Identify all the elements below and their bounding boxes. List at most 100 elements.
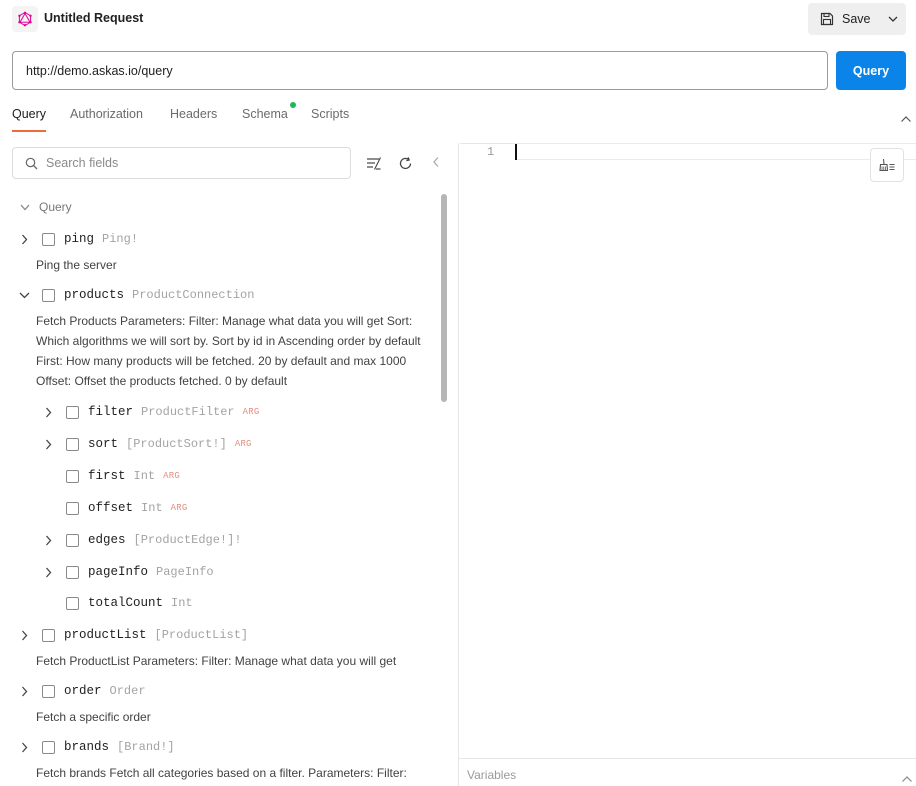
- field-row-products[interactable]: products ProductConnection: [18, 284, 254, 306]
- broom-icon: [879, 158, 895, 172]
- variables-label: Variables: [467, 768, 517, 782]
- tab-query[interactable]: Query: [12, 107, 47, 132]
- save-button[interactable]: Save: [808, 3, 880, 35]
- section-query-label: Query: [39, 200, 72, 214]
- chevron-right-icon[interactable]: [42, 438, 54, 450]
- field-checkbox[interactable]: [42, 740, 55, 754]
- schema-explorer-tree: Query ping Ping! Ping the server product…: [0, 190, 448, 786]
- save-options-chevron-down-icon[interactable]: [880, 3, 906, 35]
- field-type: [ProductSort!]: [126, 437, 227, 451]
- field-description: Fetch a specific order: [36, 710, 151, 724]
- field-type: PageInfo: [156, 565, 214, 579]
- field-checkbox[interactable]: [42, 628, 55, 642]
- chevron-right-icon[interactable]: [18, 233, 30, 245]
- tab-schema[interactable]: Schema: [242, 107, 288, 132]
- arg-row-filter[interactable]: filter ProductFilter ARG: [42, 401, 259, 423]
- line-number: 1: [487, 145, 495, 159]
- field-type: [Brand!]: [117, 740, 175, 754]
- field-name: products: [64, 288, 125, 302]
- field-checkbox[interactable]: [42, 684, 55, 698]
- arg-row-first[interactable]: first Int ARG: [42, 465, 180, 487]
- graphql-logo-icon: [12, 6, 38, 32]
- refresh-schema-icon[interactable]: [396, 154, 414, 172]
- field-row-edges[interactable]: edges [ProductEdge!]!: [42, 529, 242, 551]
- field-name: sort: [88, 437, 119, 451]
- search-icon: [25, 157, 38, 169]
- variables-panel-header[interactable]: Variables: [459, 758, 916, 786]
- field-row-productlist[interactable]: productList [ProductList]: [18, 624, 248, 646]
- field-name: totalCount: [88, 596, 164, 610]
- chevron-right-icon[interactable]: [18, 629, 30, 641]
- search-fields-input[interactable]: [46, 156, 326, 170]
- tab-scripts[interactable]: Scripts: [311, 107, 349, 132]
- arg-row-sort[interactable]: sort [ProductSort!] ARG: [42, 433, 252, 455]
- tab-headers[interactable]: Headers: [170, 107, 217, 132]
- field-name: ping: [64, 232, 95, 246]
- arg-badge: ARG: [170, 503, 188, 513]
- field-checkbox[interactable]: [66, 596, 79, 610]
- field-checkbox[interactable]: [66, 565, 79, 579]
- arg-badge: ARG: [163, 471, 180, 481]
- field-type: [ProductEdge!]!: [133, 533, 242, 547]
- auto-generate-icon[interactable]: [364, 154, 382, 172]
- field-type: [ProductList]: [154, 628, 249, 642]
- field-type: Int: [133, 469, 156, 483]
- field-row-totalcount[interactable]: totalCount Int: [42, 592, 193, 614]
- field-name: brands: [64, 740, 110, 754]
- text-cursor: [515, 144, 517, 160]
- request-title[interactable]: Untitled Request: [44, 11, 143, 25]
- field-name: offset: [88, 501, 134, 515]
- request-header: Untitled Request Save: [0, 0, 916, 38]
- section-query-header[interactable]: Query: [20, 200, 72, 214]
- pane-divider[interactable]: [458, 143, 459, 786]
- field-checkbox[interactable]: [66, 437, 79, 451]
- expand-variables-chevron-up-icon[interactable]: [901, 770, 913, 782]
- field-row-order[interactable]: order Order: [18, 680, 146, 702]
- chevron-right-icon[interactable]: [18, 685, 30, 697]
- explorer-scrollbar[interactable]: [441, 194, 447, 402]
- field-name: order: [64, 684, 102, 698]
- field-name: first: [88, 469, 126, 483]
- save-button-group: Save: [808, 3, 906, 35]
- chevron-right-icon[interactable]: [18, 741, 30, 753]
- collapse-tabs-chevron-up-icon[interactable]: [900, 110, 912, 122]
- field-checkbox[interactable]: [66, 405, 79, 419]
- field-type: ProductConnection: [132, 288, 255, 302]
- field-type: Ping!: [102, 232, 139, 246]
- chevron-right-icon[interactable]: [42, 534, 54, 546]
- field-checkbox[interactable]: [42, 288, 55, 302]
- tab-authorization[interactable]: Authorization: [70, 107, 143, 132]
- field-search-box: [12, 147, 351, 179]
- chevron-right-icon[interactable]: [42, 406, 54, 418]
- save-label: Save: [842, 12, 871, 26]
- chevron-down-icon[interactable]: [18, 289, 30, 301]
- field-name: edges: [88, 533, 126, 547]
- endpoint-url-input[interactable]: [12, 51, 828, 90]
- field-type: Int: [141, 501, 163, 515]
- prettify-query-button[interactable]: [870, 148, 904, 182]
- field-name: pageInfo: [88, 565, 149, 579]
- field-checkbox[interactable]: [66, 469, 79, 483]
- field-name: filter: [88, 405, 134, 419]
- field-checkbox[interactable]: [66, 533, 79, 547]
- field-description: Fetch ProductList Parameters: Filter: Ma…: [36, 654, 397, 668]
- request-tabs: Query Authorization Headers Schema Scrip…: [0, 100, 916, 132]
- field-description: Ping the server: [36, 258, 117, 272]
- chevron-down-icon: [20, 204, 30, 210]
- arg-row-offset[interactable]: offset Int ARG: [42, 497, 187, 519]
- field-type: ProductFilter: [141, 405, 235, 419]
- floppy-disk-icon: [820, 12, 834, 26]
- chevron-right-icon[interactable]: [42, 566, 54, 578]
- field-description: Fetch brands Fetch all categories based …: [36, 766, 407, 780]
- field-checkbox[interactable]: [66, 501, 79, 515]
- editor-current-line: [516, 143, 916, 160]
- collapse-explorer-chevron-left-icon[interactable]: [427, 153, 445, 171]
- query-button[interactable]: Query: [836, 51, 906, 90]
- field-description: Fetch Products Parameters: Filter: Manag…: [36, 314, 421, 388]
- field-name: productList: [64, 628, 147, 642]
- field-row-pageinfo[interactable]: pageInfo PageInfo: [42, 561, 214, 583]
- field-checkbox[interactable]: [42, 232, 55, 246]
- field-type: Order: [109, 684, 146, 698]
- field-row-ping[interactable]: ping Ping!: [18, 228, 138, 250]
- field-row-brands[interactable]: brands [Brand!]: [18, 736, 175, 758]
